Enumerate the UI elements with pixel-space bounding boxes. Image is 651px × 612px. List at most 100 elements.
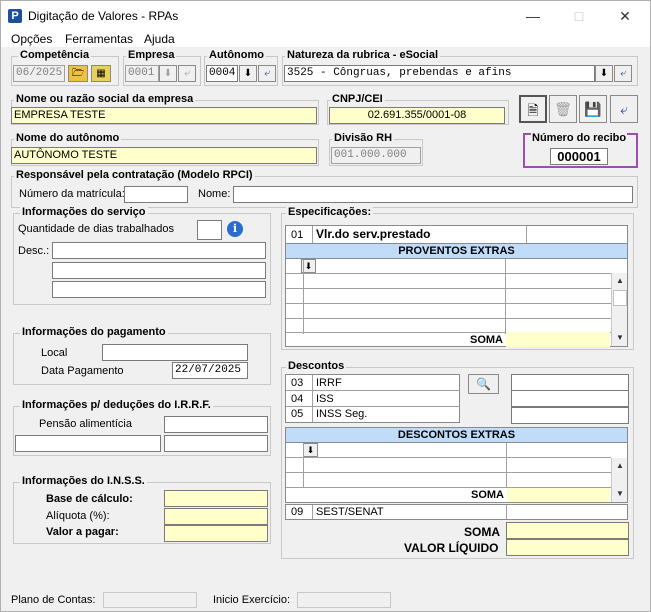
competencia-field[interactable]: 06/2025: [13, 65, 65, 82]
search-icon[interactable]: 🔍: [468, 374, 499, 394]
divisao-label: Divisão RH: [332, 132, 395, 144]
undo-icon[interactable]: ⤶: [610, 95, 638, 123]
grid-divider: [312, 505, 313, 519]
grid-divider: [286, 472, 611, 473]
grid-divider: [286, 406, 460, 407]
scroll-up-icon[interactable]: ▲: [613, 459, 627, 473]
desc-line-1[interactable]: [52, 242, 266, 259]
descontos-soma-field: [507, 488, 610, 502]
aliquota-label: Alíquota (%):: [46, 510, 110, 522]
data-pagamento-field[interactable]: 22/07/2025: [172, 362, 248, 379]
data-pagamento-label: Data Pagamento: [41, 365, 124, 377]
autonomo-code-field[interactable]: 0004: [206, 65, 238, 82]
local-label: Local: [41, 347, 68, 359]
status-bar: Plano de Contas: Inicio Exercício:: [1, 589, 650, 611]
desc-line-3[interactable]: [52, 281, 266, 298]
aliquota-field[interactable]: [164, 508, 268, 525]
minimize-button[interactable]: —: [510, 3, 556, 29]
proventos-scrollbar[interactable]: ▲ ▼: [611, 273, 627, 346]
menu-opcoes[interactable]: Opções: [11, 32, 52, 46]
plano-contas-value: [103, 592, 197, 608]
pensao-label: Pensão alimentícia: [39, 418, 132, 430]
dias-label: Quantidade de dias trabalhados: [18, 223, 174, 235]
responsavel-nome-field[interactable]: [233, 186, 633, 203]
cnpj-field[interactable]: 02.691.355/0001-08: [329, 107, 505, 124]
empresa-label: Empresa: [126, 49, 177, 61]
desconto-code: 04: [291, 393, 304, 405]
descontos-dropdown-icon[interactable]: ⬇: [303, 443, 318, 457]
base-calculo-field[interactable]: [164, 490, 268, 507]
sest-code: 09: [291, 506, 304, 518]
empresa-nome-field[interactable]: EMPRESA TESTE: [11, 107, 317, 124]
empresa-undo-icon[interactable]: ⤶: [178, 65, 196, 82]
grid-divider: [505, 259, 506, 334]
grid-divider: [286, 273, 611, 274]
divisao-field[interactable]: 001.000.000: [331, 147, 421, 164]
irrf-value-field[interactable]: [511, 374, 629, 391]
responsavel-title: Responsável pela contratação (Modelo RPC…: [14, 169, 255, 181]
dias-field[interactable]: [197, 220, 222, 240]
maximize-button[interactable]: □: [556, 3, 602, 29]
espec-row-value[interactable]: [527, 226, 627, 243]
empresa-code-field[interactable]: 0001: [125, 65, 159, 82]
autonomo-nome-field[interactable]: AUTÔNOMO TESTE: [11, 147, 317, 164]
pensao-field[interactable]: [164, 416, 268, 433]
proventos-soma-label: SOMA: [470, 334, 503, 346]
save-icon[interactable]: 💾: [579, 95, 607, 123]
grid-divider: [506, 443, 507, 487]
grid-divider: [286, 457, 611, 458]
grid-divider: [286, 390, 460, 391]
new-document-icon[interactable]: 🗎: [519, 95, 547, 123]
descontos-title: Descontos: [286, 360, 347, 372]
cnpj-label: CNPJ/CEI: [330, 93, 385, 105]
desconto-label: ISS: [316, 393, 334, 405]
total-soma-label: SOMA: [464, 525, 500, 539]
autonomo-dropdown-icon[interactable]: ⬇: [239, 65, 257, 82]
descontos-scrollbar[interactable]: ▲ ▼: [611, 458, 627, 502]
grid-divider: [286, 318, 611, 319]
autonomo-undo-icon[interactable]: ⤶: [258, 65, 276, 82]
calendar-grid-icon[interactable]: ▦: [91, 65, 111, 82]
valor-pagar-field[interactable]: [164, 525, 268, 542]
valor-liquido-label: VALOR LÍQUIDO: [404, 541, 499, 555]
irrf-extra-field-2[interactable]: [164, 435, 268, 452]
irrf-extra-field-1[interactable]: [15, 435, 161, 452]
delete-icon[interactable]: 🗑: [549, 95, 577, 123]
desc-line-2[interactable]: [52, 262, 266, 279]
autonomo-nome-label: Nome do autônomo: [14, 132, 122, 144]
scroll-down-icon[interactable]: ▼: [613, 331, 627, 345]
autonomo-label: Autônomo: [207, 49, 266, 61]
close-button[interactable]: ✕: [602, 3, 648, 29]
local-field[interactable]: [102, 344, 248, 361]
grid-divider: [303, 443, 304, 487]
natureza-field[interactable]: 3525 - Côngruas, prebendas e afins: [284, 65, 595, 82]
menu-bar: Opções Ferramentas Ajuda: [1, 31, 650, 47]
menu-ferramentas[interactable]: Ferramentas: [65, 32, 133, 46]
servico-title: Informações do serviço: [20, 206, 148, 218]
inss-seg-value-field[interactable]: [511, 407, 629, 424]
desc-label: Desc.:: [18, 245, 50, 257]
grid-divider: [312, 226, 313, 243]
proventos-header: PROVENTOS EXTRAS: [285, 243, 628, 259]
menu-ajuda[interactable]: Ajuda: [144, 32, 175, 46]
pagamento-title: Informações do pagamento: [20, 326, 168, 338]
scroll-thumb[interactable]: [613, 290, 627, 306]
recibo-field[interactable]: 000001: [550, 148, 608, 165]
folder-open-icon[interactable]: 🗁: [68, 65, 88, 82]
valor-liquido-field: [506, 539, 629, 556]
scroll-up-icon[interactable]: ▲: [613, 274, 627, 288]
natureza-undo-icon[interactable]: ⤶: [614, 65, 632, 82]
app-icon: P: [8, 9, 22, 23]
iss-value-field[interactable]: [511, 390, 629, 407]
inicio-exercicio-value: [297, 592, 391, 608]
matricula-field[interactable]: [124, 186, 188, 203]
scroll-down-icon[interactable]: ▼: [613, 487, 627, 501]
sest-label: SEST/SENAT: [316, 506, 384, 518]
grid-divider: [506, 505, 507, 519]
espec-row-label: Vlr.do serv.prestado: [316, 227, 431, 241]
desconto-code: 05: [291, 408, 304, 420]
natureza-dropdown-icon[interactable]: ⬇: [595, 65, 613, 82]
responsavel-nome-label: Nome:: [198, 188, 231, 200]
empresa-dropdown-icon[interactable]: ⬇: [159, 65, 177, 82]
info-icon[interactable]: i: [227, 221, 243, 237]
